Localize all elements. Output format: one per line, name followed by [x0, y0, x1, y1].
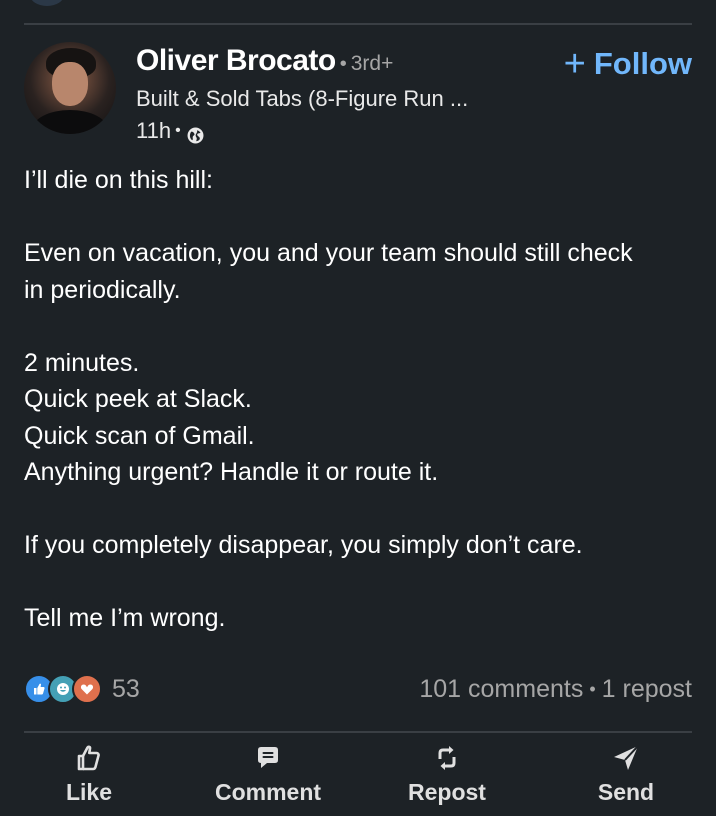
- author-name-line: Oliver Brocato • 3rd+: [136, 42, 393, 83]
- reposts-count[interactable]: 1 repost: [602, 675, 692, 703]
- follow-label: Follow: [593, 46, 692, 81]
- feed-post: Oliver Brocato • 3rd+ Built & Sold Tabs (8…: [0, 0, 716, 816]
- author-avatar[interactable]: [24, 42, 116, 134]
- comment-repost-stats: 101 comments • 1 repost: [419, 672, 692, 706]
- body-line: Tell me I’m wrong.: [24, 604, 226, 632]
- author-headline[interactable]: Built & Sold Tabs (8-Figure Run ...: [136, 85, 468, 113]
- social-counts: 53 101 comments • 1 repost: [24, 672, 692, 706]
- repost-label: Repost: [408, 779, 486, 805]
- top-divider: [24, 23, 692, 25]
- love-reaction-icon: [72, 674, 102, 704]
- post-header: Oliver Brocato • 3rd+ Built & Sold Tabs (8…: [24, 42, 692, 145]
- comments-count[interactable]: 101 comments: [419, 675, 583, 703]
- reaction-count[interactable]: 53: [112, 672, 140, 706]
- repost-icon: [438, 746, 456, 770]
- comment-icon: [258, 747, 278, 768]
- plus-icon: +: [563, 43, 586, 85]
- previous-post-avatar: [30, 0, 64, 6]
- comment-label: Comment: [214, 779, 322, 805]
- body-line: I’ll die on this hill:: [24, 166, 213, 194]
- actions-divider: [24, 731, 692, 733]
- reaction-icons[interactable]: [24, 674, 106, 704]
- body-line: Quick scan of Gmail.: [24, 421, 255, 450]
- like-label: Like: [65, 779, 113, 805]
- action-bar: Like Comment Repost Send: [0, 742, 716, 816]
- repost-button[interactable]: Repost: [372, 742, 522, 816]
- body-line: If you completely disappear, you simply …: [24, 531, 583, 559]
- send-button[interactable]: Send: [551, 742, 701, 816]
- meta-separator: •: [175, 122, 181, 139]
- post-meta: 11h •: [136, 117, 204, 145]
- follow-button[interactable]: + Follow: [564, 44, 692, 84]
- post-time: 11h: [136, 118, 172, 143]
- body-line: in periodically.: [24, 275, 181, 304]
- send-icon: [614, 745, 639, 770]
- send-label: Send: [597, 779, 655, 805]
- post-body: I’ll die on this hill: Even on vacation,…: [24, 162, 696, 637]
- connection-degree: 3rd+: [350, 52, 394, 75]
- thumbs-up-icon: [77, 745, 100, 771]
- body-line: Even on vacation, you and your team shou…: [24, 239, 633, 267]
- like-button[interactable]: Like: [14, 742, 164, 816]
- comment-button[interactable]: Comment: [193, 742, 343, 816]
- body-line: 2 minutes.: [24, 348, 140, 377]
- body-line: Anything urgent? Handle it or route it.: [24, 458, 439, 486]
- author-name[interactable]: Oliver Brocato: [136, 44, 336, 77]
- stats-separator: •: [589, 679, 596, 699]
- body-line: Quick peek at Slack.: [24, 385, 252, 413]
- globe-icon: [187, 123, 204, 143]
- name-separator: •: [339, 53, 347, 75]
